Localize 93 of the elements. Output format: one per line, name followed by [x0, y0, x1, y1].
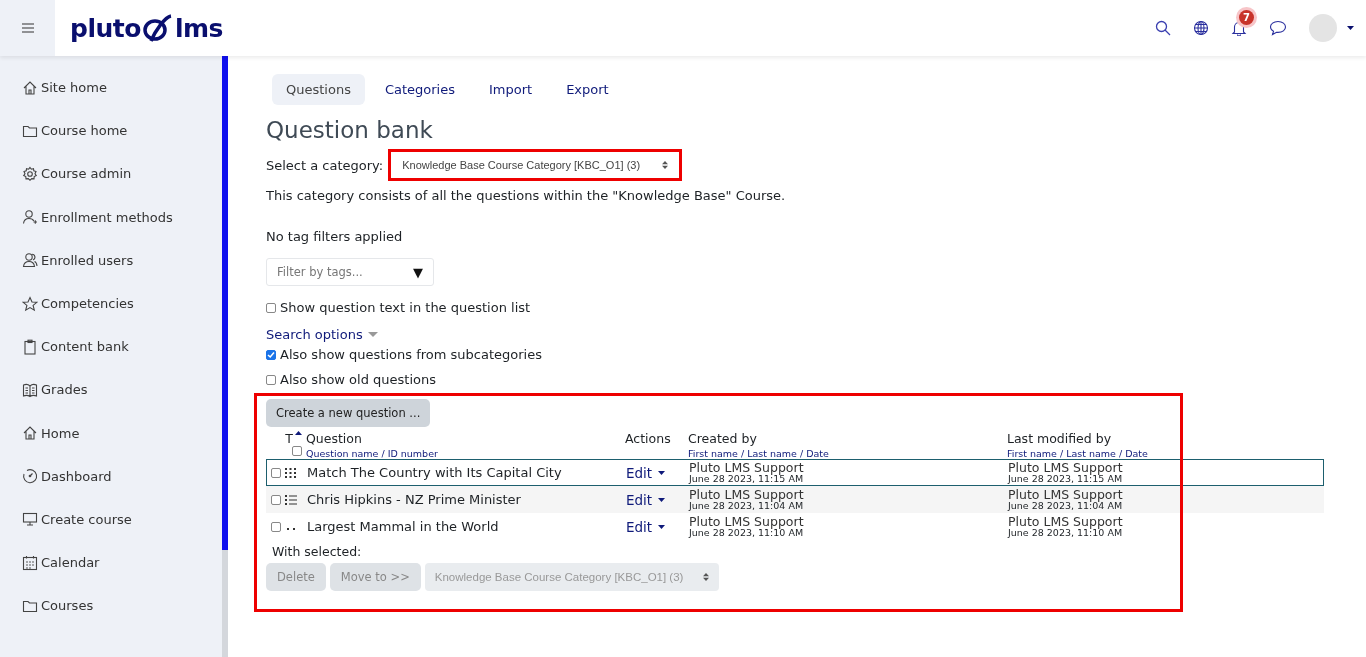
- date-text: June 28 2023, 11:10 AM: [689, 528, 804, 539]
- sidebar-item[interactable]: Calendar: [41, 555, 100, 571]
- checkbox-label: Show question text in the question list: [280, 300, 531, 315]
- column-header: Question: [306, 431, 362, 446]
- tab[interactable]: Export: [552, 74, 623, 105]
- users-icon: [22, 252, 38, 269]
- sidebar-item[interactable]: Course admin: [41, 166, 132, 182]
- up-down-arrows-icon: [662, 161, 669, 169]
- logo-text: lms: [174, 15, 223, 41]
- author-name: Pluto LMS Support: [689, 460, 804, 475]
- sort-icon: [295, 431, 302, 436]
- date-text: June 28 2023, 11:15 AM: [1008, 474, 1123, 485]
- caret-icon: [658, 524, 666, 529]
- calendar-icon: [22, 554, 38, 571]
- caret-icon: [367, 332, 378, 337]
- clipboard-icon: [22, 338, 38, 355]
- logo-text: pluto: [70, 15, 141, 41]
- home-icon: [22, 425, 38, 442]
- monitor-icon: [22, 511, 38, 528]
- date-text: June 28 2023, 11:04 AM: [689, 501, 804, 512]
- scrollbar-thumb[interactable]: [222, 56, 228, 550]
- author-name: Pluto LMS Support: [1008, 514, 1123, 529]
- create-question-button[interactable]: Create a new question ...: [266, 399, 431, 427]
- caret-icon: [658, 497, 666, 502]
- date-text: June 28 2023, 11:10 AM: [1008, 528, 1123, 539]
- bulk-action-label: With selected:: [272, 544, 363, 559]
- sidebar-item[interactable]: Create course: [41, 511, 132, 527]
- checkbox[interactable]: [266, 302, 276, 313]
- author-name: Pluto LMS Support: [689, 514, 804, 529]
- sidebar-item[interactable]: Courses: [41, 598, 94, 614]
- column-header: Actions: [625, 431, 671, 446]
- book-icon: [22, 381, 38, 398]
- home-icon: [22, 79, 38, 96]
- checkbox-label: Also show old questions: [280, 372, 436, 387]
- tab[interactable]: Questions: [272, 74, 365, 105]
- status-text: No tag filters applied: [266, 229, 403, 244]
- tab[interactable]: Categories: [370, 74, 469, 105]
- gear-icon: [22, 165, 38, 182]
- checkbox[interactable]: [266, 349, 276, 360]
- notification-badge: 7: [1239, 10, 1254, 25]
- sidebar-item[interactable]: Course home: [41, 123, 128, 139]
- author-name: Pluto LMS Support: [1008, 487, 1123, 502]
- gauge-icon: [22, 468, 38, 485]
- checkbox[interactable]: [271, 467, 281, 478]
- page-title: Question bank: [266, 117, 433, 143]
- question-name: Chris Hipkins - NZ Prime Minister: [307, 492, 521, 507]
- field-label: Select a category:: [266, 157, 384, 173]
- column-header: Created by: [688, 431, 757, 446]
- sidebar-item[interactable]: Enrollment methods: [41, 209, 173, 225]
- checkbox[interactable]: [266, 374, 276, 385]
- sidebar-item[interactable]: Content bank: [41, 339, 129, 355]
- sidebar-item[interactable]: Competencies: [41, 296, 134, 312]
- sort-link[interactable]: Question name / ID number: [306, 448, 438, 459]
- search-options-link[interactable]: Search options: [266, 327, 378, 342]
- checkbox[interactable]: [271, 494, 281, 505]
- dot-grid-icon: [285, 467, 297, 478]
- date-text: June 28 2023, 11:15 AM: [689, 474, 804, 485]
- notifications-button[interactable]: [1231, 20, 1247, 36]
- sidebar-item[interactable]: Site home: [41, 80, 107, 96]
- caret-icon[interactable]: [1347, 26, 1354, 30]
- tab[interactable]: Import: [475, 74, 547, 105]
- star-icon: [22, 295, 38, 312]
- checkbox-label: Also show questions from subcategories: [280, 347, 542, 362]
- sidebar-item[interactable]: Grades: [41, 382, 88, 398]
- search-button[interactable]: [1155, 20, 1171, 36]
- sidebar-item[interactable]: Enrolled users: [41, 252, 134, 268]
- sidebar-item[interactable]: Home: [41, 425, 80, 441]
- column-header: Last modified by: [1007, 431, 1112, 446]
- edit-menu-button[interactable]: Edit: [626, 518, 666, 535]
- sort-link[interactable]: First name / Last name / Date: [688, 448, 829, 459]
- date-text: June 28 2023, 11:04 AM: [1008, 501, 1123, 512]
- messages-button[interactable]: [1269, 20, 1287, 36]
- column-header[interactable]: T: [285, 431, 293, 446]
- question-name: Largest Mammal in the World: [307, 519, 499, 534]
- caret-icon: [658, 470, 666, 475]
- up-down-arrows-icon: [703, 573, 710, 581]
- two-dots-icon: [287, 527, 295, 530]
- list-icon: [285, 494, 297, 505]
- edit-menu-button[interactable]: Edit: [626, 464, 666, 481]
- checkbox[interactable]: [271, 521, 281, 532]
- menu-icon: [21, 23, 34, 33]
- author-name: Pluto LMS Support: [1008, 460, 1123, 475]
- question-name: Match The Country with Its Capital City: [307, 465, 562, 480]
- sort-link[interactable]: First name / Last name / Date: [1007, 448, 1148, 459]
- sidebar-item[interactable]: Dashboard: [41, 468, 112, 484]
- menu-button[interactable]: [0, 0, 55, 56]
- edit-menu-button[interactable]: Edit: [626, 491, 666, 508]
- description-text: This category consists of all the questions within the "Knowledge Base" Course.: [266, 188, 786, 203]
- tag-filter-field[interactable]: Filter by tags... ▼: [266, 258, 434, 286]
- checkbox[interactable]: [292, 446, 302, 456]
- author-name: Pluto LMS Support: [689, 487, 804, 502]
- globe-button[interactable]: [1193, 20, 1209, 36]
- user-plus-icon: [22, 209, 38, 226]
